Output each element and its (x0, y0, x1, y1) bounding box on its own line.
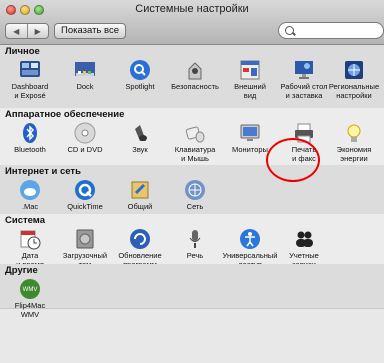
pref-pane-label: Безопасность (171, 82, 219, 91)
appearance-icon (239, 59, 261, 81)
back-forward-control: ◀ ▶ (5, 23, 49, 39)
pref-pane-label: Spotlight (125, 82, 155, 91)
speech-icon (184, 228, 206, 250)
pref-pane-accounts[interactable]: Учетные записи (276, 228, 332, 269)
section-title: Другие (5, 265, 38, 276)
search-icon (285, 26, 294, 35)
search-input[interactable] (297, 24, 381, 39)
pref-pane-network[interactable]: Сеть (167, 179, 223, 212)
search-field[interactable] (278, 22, 384, 39)
pref-pane-speech[interactable]: Речь (167, 228, 223, 261)
date-time-icon (19, 228, 41, 250)
pref-pane-quicktime[interactable]: QuickTime (57, 179, 113, 212)
pref-pane-label: Речь (186, 251, 204, 260)
pref-pane-label: Звук (132, 145, 148, 154)
section-title: Личное (5, 46, 40, 57)
pref-pane-appearance[interactable]: Внешний вид (222, 59, 278, 100)
pref-pane-mac[interactable]: .Mac (2, 179, 58, 212)
displays-icon (239, 122, 261, 144)
keyboard-mouse-icon (184, 122, 206, 144)
pref-pane-label: QuickTime (67, 202, 103, 211)
pref-pane-label: Экономия энергии (336, 145, 372, 163)
pref-pane-label: Flip4Mac WMV (14, 301, 46, 319)
pref-pane-keyboard-mouse[interactable]: Клавиатура и Мышь (167, 122, 223, 163)
cd-dvd-icon (74, 122, 96, 144)
universal-access-icon (239, 228, 261, 250)
section-title: Интернет и сеть (5, 166, 81, 177)
window-title: Системные настройки (135, 3, 249, 15)
highlight-circle (266, 138, 320, 182)
security-icon (184, 59, 206, 81)
international-icon (343, 59, 365, 81)
pref-pane-bluetooth[interactable]: Bluetooth (2, 122, 58, 155)
system-preferences-window: Системные настройки ◀ ▶ Показать все Лич… (0, 0, 384, 363)
pref-pane-label: Dashboard и Exposé (11, 82, 49, 100)
desktop-icon (293, 59, 315, 81)
back-button[interactable]: ◀ (6, 24, 28, 38)
pref-pane-label: Клавиатура и Мышь (174, 145, 216, 163)
flip4mac-icon: WMV (19, 278, 41, 300)
pref-pane-energy-saver[interactable]: Экономия энергии (326, 122, 382, 163)
pref-pane-security[interactable]: Безопасность (167, 59, 223, 92)
pref-pane-dock[interactable]: Dock (57, 59, 113, 92)
forward-button[interactable]: ▶ (28, 24, 49, 38)
section-title: Аппаратное обеспечение (5, 109, 125, 120)
section-3: Система Дата и времяЗагрузочный томОбновл… (0, 214, 384, 268)
sound-icon (129, 122, 151, 144)
accounts-icon (293, 228, 315, 250)
section-1: Аппаратное обеспечение Bluetooth CD и DVD З… (0, 108, 384, 166)
section-2: Интернет и сеть.MacQuickTimeОбщий доступ… (0, 165, 384, 219)
pref-pane-software-update[interactable]: Обновление программ (112, 228, 168, 269)
pref-pane-universal-access[interactable]: Универсальный доступ (222, 228, 278, 269)
pref-pane-label: Dock (76, 82, 94, 91)
pref-pane-startup-disk[interactable]: Загрузочный том (57, 228, 113, 269)
spotlight-icon (129, 59, 151, 81)
pref-pane-label: Рабочий стол и заставка (280, 82, 328, 100)
energy-saver-icon (343, 122, 365, 144)
pref-pane-dashboard[interactable]: Dashboard и Exposé (2, 59, 58, 100)
pref-pane-label: Bluetooth (14, 145, 46, 154)
toolbar: Системные настройки ◀ ▶ Показать все (0, 0, 384, 45)
pref-pane-label: .Mac (21, 202, 39, 211)
pref-pane-international[interactable]: Региональные настройки (326, 59, 382, 100)
sharing-icon (129, 179, 151, 201)
pref-pane-label: Сеть (186, 202, 204, 211)
pref-pane-label: Региональные настройки (328, 82, 380, 100)
pref-pane-label: Внешний вид (234, 82, 266, 100)
dock-icon (74, 59, 96, 81)
pref-pane-desktop[interactable]: Рабочий стол и заставка (276, 59, 332, 100)
software-update-icon (129, 228, 151, 250)
pref-pane-sound[interactable]: Звук (112, 122, 168, 155)
mac-icon (19, 179, 41, 201)
section-4: Другие WMV Flip4Mac WMV (0, 264, 384, 318)
network-icon (184, 179, 206, 201)
startup-disk-icon (74, 228, 96, 250)
pref-pane-cd-dvd[interactable]: CD и DVD (57, 122, 113, 155)
dashboard-icon (19, 59, 41, 81)
pref-pane-spotlight[interactable]: Spotlight (112, 59, 168, 92)
bluetooth-icon (19, 122, 41, 144)
pref-pane-flip4mac[interactable]: WMV Flip4Mac WMV (2, 278, 58, 319)
pref-pane-date-time[interactable]: Дата и время (2, 228, 58, 269)
section-title: Система (5, 215, 45, 226)
show-all-button[interactable]: Показать все (54, 23, 126, 39)
quicktime-icon (74, 179, 96, 201)
pref-pane-label: CD и DVD (67, 145, 103, 154)
svg-text:WMV: WMV (23, 287, 38, 293)
section-0: Личное Dashboard и Exposé Dock Spotlight Без… (0, 45, 384, 109)
